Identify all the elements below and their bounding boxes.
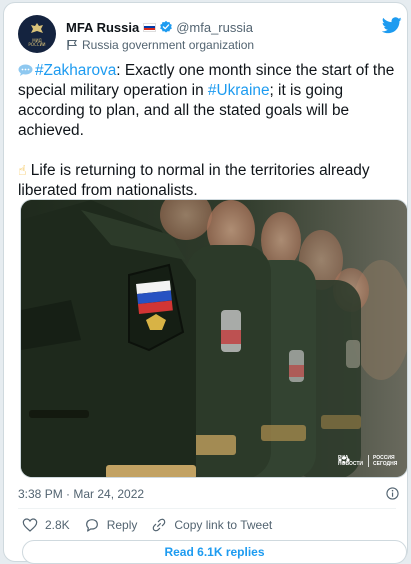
verified-badge-icon — [160, 20, 173, 33]
org-row: Russia government organization — [66, 37, 254, 53]
hashtag-zakharova[interactable]: #Zakharova — [35, 62, 116, 79]
watermark-divider — [368, 455, 369, 467]
like-count: 2.8K — [45, 518, 70, 532]
ria-logo-icon — [338, 456, 350, 464]
org-label: Russia government organization — [82, 38, 255, 52]
watermark-sub: РОССИЯ СЕГОДНЯ — [373, 455, 398, 467]
flag-icon — [67, 39, 77, 50]
info-icon[interactable] — [386, 487, 399, 500]
like-button[interactable]: 2.8K — [22, 517, 70, 533]
reply-icon — [85, 519, 98, 532]
tweet-text-part: Life is returning to normal in the terri… — [18, 162, 370, 199]
avatar[interactable]: МИД РОССИИ — [18, 15, 56, 53]
action-bar: 2.8K Reply Copy link to Tweet — [22, 516, 286, 534]
divider — [18, 508, 396, 509]
heart-icon — [22, 518, 38, 532]
tweet-card: МИД РОССИИ MFA Russia @mfa_russia Russia… — [3, 2, 408, 564]
read-replies-button[interactable]: Read 6.1K replies — [22, 540, 407, 564]
soldiers-image — [21, 200, 407, 477]
copy-link-button[interactable]: Copy link to Tweet — [151, 517, 272, 533]
link-icon — [153, 518, 166, 532]
display-name[interactable]: MFA Russia — [66, 20, 139, 35]
twitter-bird-icon[interactable] — [382, 17, 402, 34]
ria-watermark: РИА НОВОСТИ РОССИЯ СЕГОДНЯ — [338, 455, 397, 467]
tweet-header: МИД РОССИИ MFA Russia @mfa_russia Russia… — [18, 15, 402, 55]
copy-link-label: Copy link to Tweet — [174, 518, 273, 532]
emblem-icon — [31, 23, 43, 33]
reply-button[interactable]: Reply — [84, 517, 138, 533]
timestamp[interactable]: 3:38 PM · Mar 24, 2022 — [18, 486, 144, 502]
handle[interactable]: @mfa_russia — [176, 20, 253, 35]
hashtag-ukraine[interactable]: #Ukraine — [208, 82, 270, 99]
pointing-up-icon: ☝ — [18, 163, 27, 179]
name-row: MFA Russia @mfa_russia — [66, 18, 253, 36]
tweet-photo[interactable]: РИА НОВОСТИ РОССИЯ СЕГОДНЯ — [20, 199, 408, 478]
russia-flag-icon — [143, 22, 157, 32]
tweet-text: #Zakharova: Exactly one month since the … — [18, 61, 396, 201]
speech-bubble-icon — [18, 64, 33, 76]
reply-label: Reply — [106, 518, 138, 532]
avatar-text: МИД РОССИИ — [28, 38, 46, 47]
timestamp-text[interactable]: 3:38 PM · Mar 24, 2022 — [18, 487, 144, 501]
